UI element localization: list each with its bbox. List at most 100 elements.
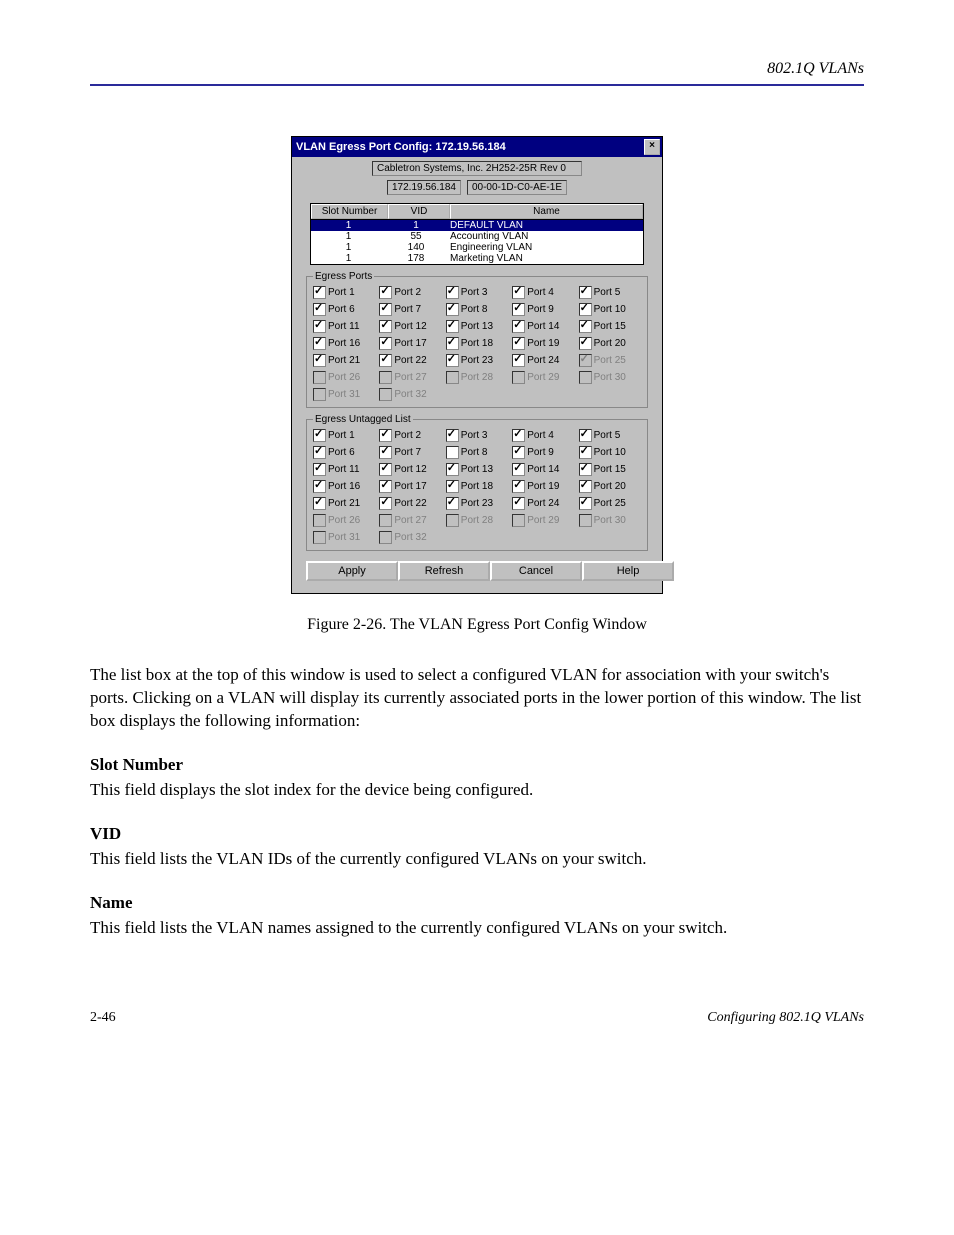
untagged-port-10[interactable]: Port 10 bbox=[579, 446, 641, 459]
checkbox-icon[interactable] bbox=[379, 480, 392, 493]
egress-port-13[interactable]: Port 13 bbox=[446, 320, 508, 333]
untagged-port-8[interactable]: Port 8 bbox=[446, 446, 508, 459]
egress-port-14[interactable]: Port 14 bbox=[512, 320, 574, 333]
untagged-port-12[interactable]: Port 12 bbox=[379, 463, 441, 476]
checkbox-icon[interactable] bbox=[313, 446, 326, 459]
untagged-port-9[interactable]: Port 9 bbox=[512, 446, 574, 459]
untagged-port-15[interactable]: Port 15 bbox=[579, 463, 641, 476]
checkbox-icon[interactable] bbox=[313, 354, 326, 367]
egress-port-17[interactable]: Port 17 bbox=[379, 337, 441, 350]
checkbox-icon[interactable] bbox=[379, 354, 392, 367]
egress-port-21[interactable]: Port 21 bbox=[313, 354, 375, 367]
untagged-port-14[interactable]: Port 14 bbox=[512, 463, 574, 476]
untagged-port-18[interactable]: Port 18 bbox=[446, 480, 508, 493]
checkbox-icon[interactable] bbox=[379, 429, 392, 442]
checkbox-icon[interactable] bbox=[313, 303, 326, 316]
checkbox-icon[interactable] bbox=[446, 354, 459, 367]
checkbox-icon[interactable] bbox=[579, 337, 592, 350]
untagged-port-2[interactable]: Port 2 bbox=[379, 429, 441, 442]
checkbox-icon[interactable] bbox=[379, 337, 392, 350]
egress-port-22[interactable]: Port 22 bbox=[379, 354, 441, 367]
cancel-button[interactable]: Cancel bbox=[490, 561, 582, 581]
untagged-port-6[interactable]: Port 6 bbox=[313, 446, 375, 459]
help-button[interactable]: Help bbox=[582, 561, 674, 581]
checkbox-icon[interactable] bbox=[512, 429, 525, 442]
checkbox-icon[interactable] bbox=[379, 446, 392, 459]
vlan-listbox[interactable]: Slot Number VID Name 11DEFAULT VLAN155Ac… bbox=[310, 203, 644, 265]
untagged-port-19[interactable]: Port 19 bbox=[512, 480, 574, 493]
checkbox-icon[interactable] bbox=[512, 303, 525, 316]
checkbox-icon[interactable] bbox=[512, 497, 525, 510]
egress-port-8[interactable]: Port 8 bbox=[446, 303, 508, 316]
egress-port-10[interactable]: Port 10 bbox=[579, 303, 641, 316]
untagged-port-7[interactable]: Port 7 bbox=[379, 446, 441, 459]
checkbox-icon[interactable] bbox=[512, 446, 525, 459]
untagged-port-16[interactable]: Port 16 bbox=[313, 480, 375, 493]
egress-port-11[interactable]: Port 11 bbox=[313, 320, 375, 333]
untagged-port-21[interactable]: Port 21 bbox=[313, 497, 375, 510]
checkbox-icon[interactable] bbox=[512, 480, 525, 493]
untagged-port-5[interactable]: Port 5 bbox=[579, 429, 641, 442]
checkbox-icon[interactable] bbox=[512, 354, 525, 367]
checkbox-icon[interactable] bbox=[579, 480, 592, 493]
apply-button[interactable]: Apply bbox=[306, 561, 398, 581]
refresh-button[interactable]: Refresh bbox=[398, 561, 490, 581]
checkbox-icon[interactable] bbox=[379, 286, 392, 299]
checkbox-icon[interactable] bbox=[579, 446, 592, 459]
egress-port-23[interactable]: Port 23 bbox=[446, 354, 508, 367]
checkbox-icon[interactable] bbox=[313, 480, 326, 493]
egress-port-7[interactable]: Port 7 bbox=[379, 303, 441, 316]
checkbox-icon[interactable] bbox=[512, 286, 525, 299]
egress-port-6[interactable]: Port 6 bbox=[313, 303, 375, 316]
untagged-port-13[interactable]: Port 13 bbox=[446, 463, 508, 476]
checkbox-icon[interactable] bbox=[579, 286, 592, 299]
checkbox-icon[interactable] bbox=[446, 320, 459, 333]
vlan-row[interactable]: 1178Marketing VLAN bbox=[311, 253, 643, 264]
checkbox-icon[interactable] bbox=[446, 337, 459, 350]
col-vid-header[interactable]: VID bbox=[388, 204, 450, 219]
checkbox-icon[interactable] bbox=[446, 446, 459, 459]
egress-port-24[interactable]: Port 24 bbox=[512, 354, 574, 367]
checkbox-icon[interactable] bbox=[512, 337, 525, 350]
checkbox-icon[interactable] bbox=[379, 497, 392, 510]
untagged-port-20[interactable]: Port 20 bbox=[579, 480, 641, 493]
egress-port-4[interactable]: Port 4 bbox=[512, 286, 574, 299]
untagged-port-22[interactable]: Port 22 bbox=[379, 497, 441, 510]
checkbox-icon[interactable] bbox=[313, 320, 326, 333]
checkbox-icon[interactable] bbox=[446, 480, 459, 493]
checkbox-icon[interactable] bbox=[579, 497, 592, 510]
egress-port-3[interactable]: Port 3 bbox=[446, 286, 508, 299]
egress-port-1[interactable]: Port 1 bbox=[313, 286, 375, 299]
checkbox-icon[interactable] bbox=[313, 463, 326, 476]
egress-port-5[interactable]: Port 5 bbox=[579, 286, 641, 299]
untagged-port-25[interactable]: Port 25 bbox=[579, 497, 641, 510]
checkbox-icon[interactable] bbox=[379, 320, 392, 333]
checkbox-icon[interactable] bbox=[512, 320, 525, 333]
checkbox-icon[interactable] bbox=[579, 303, 592, 316]
untagged-port-24[interactable]: Port 24 bbox=[512, 497, 574, 510]
checkbox-icon[interactable] bbox=[379, 303, 392, 316]
vlan-row[interactable]: 155Accounting VLAN bbox=[311, 231, 643, 242]
egress-port-19[interactable]: Port 19 bbox=[512, 337, 574, 350]
checkbox-icon[interactable] bbox=[579, 320, 592, 333]
egress-port-2[interactable]: Port 2 bbox=[379, 286, 441, 299]
checkbox-icon[interactable] bbox=[446, 286, 459, 299]
checkbox-icon[interactable] bbox=[379, 463, 392, 476]
col-slot-header[interactable]: Slot Number bbox=[311, 204, 388, 219]
untagged-port-1[interactable]: Port 1 bbox=[313, 429, 375, 442]
checkbox-icon[interactable] bbox=[512, 463, 525, 476]
untagged-port-17[interactable]: Port 17 bbox=[379, 480, 441, 493]
checkbox-icon[interactable] bbox=[446, 429, 459, 442]
vlan-row[interactable]: 1140Engineering VLAN bbox=[311, 242, 643, 253]
checkbox-icon[interactable] bbox=[579, 429, 592, 442]
egress-port-20[interactable]: Port 20 bbox=[579, 337, 641, 350]
untagged-port-3[interactable]: Port 3 bbox=[446, 429, 508, 442]
titlebar[interactable]: VLAN Egress Port Config: 172.19.56.184 × bbox=[292, 137, 662, 157]
egress-port-12[interactable]: Port 12 bbox=[379, 320, 441, 333]
egress-port-16[interactable]: Port 16 bbox=[313, 337, 375, 350]
checkbox-icon[interactable] bbox=[446, 303, 459, 316]
checkbox-icon[interactable] bbox=[313, 337, 326, 350]
vlan-row[interactable]: 11DEFAULT VLAN bbox=[311, 220, 643, 231]
close-icon[interactable]: × bbox=[644, 139, 660, 155]
checkbox-icon[interactable] bbox=[313, 497, 326, 510]
